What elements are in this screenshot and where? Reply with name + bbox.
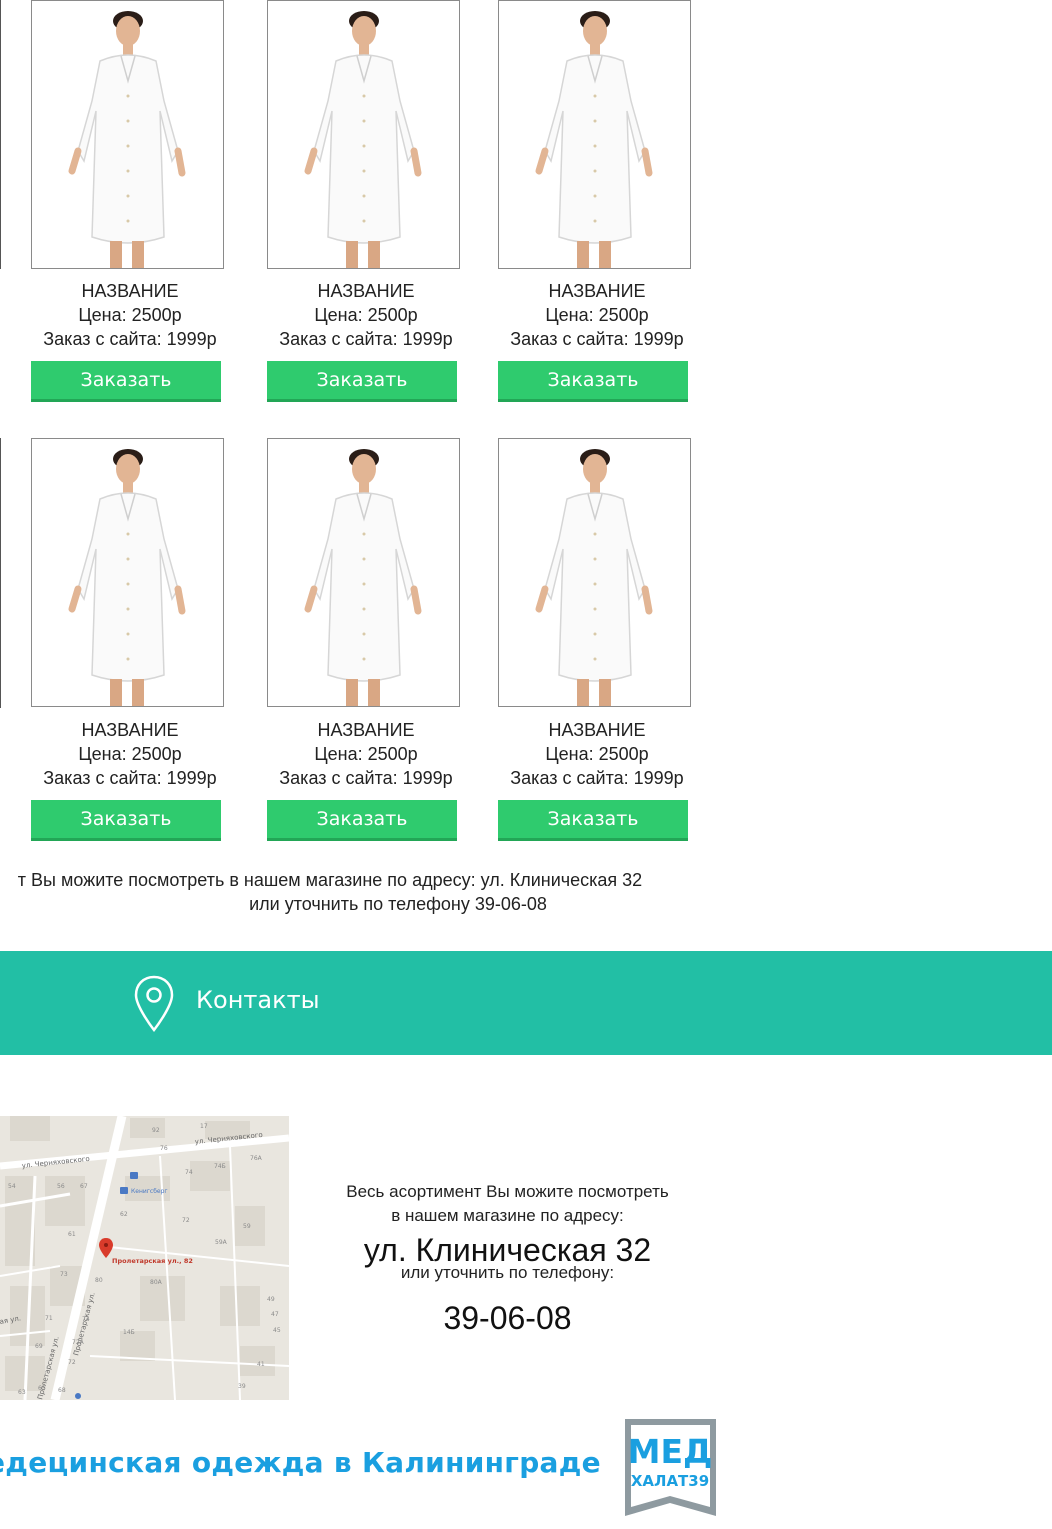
svg-text:62: 62 <box>120 1211 128 1218</box>
product-price: Цена: 2500р <box>545 305 649 325</box>
svg-text:68: 68 <box>58 1387 66 1394</box>
svg-text:72: 72 <box>182 1217 190 1224</box>
product-image[interactable] <box>498 0 691 269</box>
svg-text:71: 71 <box>45 1315 53 1322</box>
product-name: НАЗВАНИЕ <box>548 720 646 740</box>
order-button[interactable]: Заказать <box>498 800 688 841</box>
svg-text:74: 74 <box>82 1316 90 1323</box>
svg-text:80: 80 <box>95 1277 103 1284</box>
product-site-price: Заказ с сайта: 1999р <box>279 329 453 349</box>
svg-text:76: 76 <box>160 1145 168 1152</box>
svg-text:МЕД: МЕД <box>628 1432 713 1471</box>
product-price: Цена: 2500р <box>545 744 649 764</box>
svg-text:74: 74 <box>185 1169 193 1176</box>
product-image[interactable] <box>267 0 460 269</box>
product-price: Цена: 2500р <box>314 305 418 325</box>
product-info: НАЗВАНИЕ Цена: 2500р Заказ с сайта: 1999… <box>15 279 245 351</box>
svg-text:49: 49 <box>267 1296 275 1303</box>
footer-title: едецинская одежда в Калининграде <box>0 1446 601 1479</box>
product-image[interactable] <box>31 0 224 269</box>
location-map[interactable]: ул. Черняховского ул. Черняховского Прол… <box>0 1116 289 1400</box>
product-price: Цена: 2500р <box>314 744 418 764</box>
svg-text:72: 72 <box>68 1359 76 1366</box>
product-image[interactable] <box>31 438 224 707</box>
svg-text:ХАЛАТ39: ХАЛАТ39 <box>631 1472 709 1490</box>
product-info: НАЗВАНИЕ Цена: 2500р Заказ с сайта: 1999… <box>482 718 712 790</box>
site-logo[interactable]: МЕД ХАЛАТ39 <box>625 1419 716 1516</box>
svg-text:74Б: 74Б <box>214 1163 226 1170</box>
product-site-price: Заказ с сайта: 1999р <box>510 768 684 788</box>
order-button[interactable]: Заказать <box>31 800 221 841</box>
product-name: НАЗВАНИЕ <box>81 720 179 740</box>
order-button[interactable]: Заказать <box>31 361 221 402</box>
svg-text:14Б: 14Б <box>123 1329 135 1336</box>
order-button[interactable]: Заказать <box>267 361 457 402</box>
svg-text:Кенигсберг: Кенигсберг <box>131 1188 168 1195</box>
product-info: НАЗВАНИЕ Цена: 2500р Заказ с сайта: 1999… <box>482 279 712 351</box>
svg-text:54: 54 <box>8 1183 16 1190</box>
svg-text:92: 92 <box>152 1127 160 1134</box>
svg-text:76А: 76А <box>250 1155 263 1162</box>
svg-text:47: 47 <box>271 1311 279 1318</box>
store-phone[interactable]: 39-06-08 <box>320 1298 695 1338</box>
product-name: НАЗВАНИЕ <box>317 281 415 301</box>
svg-text:63: 63 <box>18 1389 26 1396</box>
order-button[interactable]: Заказать <box>498 361 688 402</box>
map-pin-icon <box>134 975 174 1033</box>
product-name: НАЗВАНИЕ <box>548 281 646 301</box>
contacts-title: Контакты <box>196 986 320 1014</box>
info-line2: в нашем магазине по адресу: <box>391 1206 624 1225</box>
svg-text:69: 69 <box>35 1343 43 1350</box>
svg-text:59А: 59А <box>215 1239 228 1246</box>
product-name: НАЗВАНИЕ <box>317 720 415 740</box>
svg-text:73: 73 <box>60 1271 68 1278</box>
product-info: НАЗВАНИЕ Цена: 2500р Заказ с сайта: 1999… <box>15 718 245 790</box>
product-site-price: Заказ с сайта: 1999р <box>510 329 684 349</box>
svg-text:17: 17 <box>200 1123 208 1130</box>
product-price: Цена: 2500р <box>78 744 182 764</box>
svg-text:Пролетарская ул., 82: Пролетарская ул., 82 <box>112 1257 193 1265</box>
svg-text:41: 41 <box>257 1361 265 1368</box>
cut-card-edge <box>0 0 1 269</box>
product-price: Цена: 2500р <box>78 305 182 325</box>
svg-text:59: 59 <box>243 1223 251 1230</box>
cut-card-edge <box>0 438 1 708</box>
svg-text:72А: 72А <box>72 1339 85 1346</box>
product-image[interactable] <box>267 438 460 707</box>
product-image[interactable] <box>498 438 691 707</box>
shop-note-line1: т Вы можите посмотреть в нашем магазине … <box>17 870 643 890</box>
product-site-price: Заказ с сайта: 1999р <box>43 329 217 349</box>
product-site-price: Заказ с сайта: 1999р <box>279 768 453 788</box>
product-name: НАЗВАНИЕ <box>81 281 179 301</box>
info-line1: Весь асортимент Вы можите посмотреть <box>346 1182 669 1201</box>
svg-text:39: 39 <box>238 1383 246 1390</box>
svg-text:45: 45 <box>273 1327 281 1334</box>
svg-text:67: 67 <box>80 1183 88 1190</box>
product-info: НАЗВАНИЕ Цена: 2500р Заказ с сайта: 1999… <box>251 718 481 790</box>
product-info: НАЗВАНИЕ Цена: 2500р Заказ с сайта: 1999… <box>251 279 481 351</box>
product-site-price: Заказ с сайта: 1999р <box>43 768 217 788</box>
order-button[interactable]: Заказать <box>267 800 457 841</box>
svg-text:80А: 80А <box>150 1279 163 1286</box>
svg-text:56: 56 <box>57 1183 65 1190</box>
store-info: Весь асортимент Вы можите посмотреть в н… <box>320 1180 695 1338</box>
shop-note-line2: или уточнить по телефону 39-06-08 <box>249 894 547 914</box>
svg-text:61: 61 <box>68 1231 76 1238</box>
svg-text:65: 65 <box>38 1385 46 1392</box>
